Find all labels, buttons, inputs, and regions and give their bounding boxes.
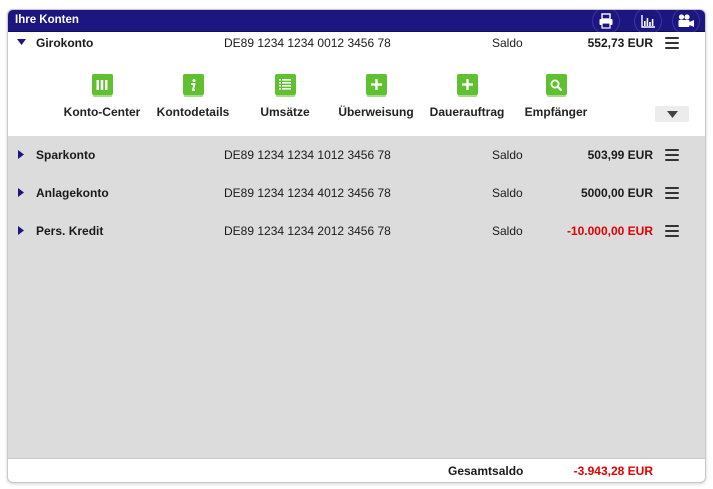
account-menu-button[interactable] bbox=[665, 187, 679, 199]
panel-title: Ihre Konten bbox=[15, 14, 79, 26]
account-row-pers-kredit[interactable]: Pers. Kredit DE89 1234 1234 2012 3456 78… bbox=[8, 220, 705, 242]
account-balance: -10.000,00 EUR bbox=[566, 224, 653, 238]
action-label: Konto-Center bbox=[63, 105, 141, 119]
action-label: Empfänger bbox=[524, 105, 588, 119]
account-iban: DE89 1234 1234 4012 3456 78 bbox=[224, 186, 391, 200]
account-detail-area: Girokonto DE89 1234 1234 0012 3456 78 Sa… bbox=[8, 32, 705, 136]
action-dauerauftrag[interactable]: Dauerauftrag bbox=[417, 74, 517, 119]
account-row-sparkonto[interactable]: Sparkonto DE89 1234 1234 1012 3456 78 Sa… bbox=[8, 144, 705, 166]
action-label: Dauerauftrag bbox=[429, 105, 505, 119]
account-menu-button[interactable] bbox=[665, 37, 679, 49]
account-name: Girokonto bbox=[36, 36, 94, 50]
list-icon bbox=[274, 74, 296, 95]
expand-more-button[interactable] bbox=[655, 106, 689, 122]
action-empfaenger[interactable]: Empfänger bbox=[506, 74, 606, 119]
hamburger-icon bbox=[665, 149, 679, 151]
action-umsaetze[interactable]: Umsätze bbox=[235, 74, 335, 119]
panel-footer: Gesamtsaldo -3.943,28 EUR bbox=[8, 458, 705, 482]
action-konto-center[interactable]: Konto-Center bbox=[52, 74, 152, 119]
action-label: Kontodetails bbox=[156, 105, 230, 119]
account-balance: 552,73 EUR bbox=[587, 36, 653, 50]
plus-icon bbox=[456, 74, 478, 95]
account-iban: DE89 1234 1234 1012 3456 78 bbox=[224, 148, 391, 162]
account-iban: DE89 1234 1234 2012 3456 78 bbox=[224, 224, 391, 238]
account-name: Pers. Kredit bbox=[36, 224, 104, 238]
caret-right-icon[interactable] bbox=[18, 188, 24, 197]
action-label: Überweisung bbox=[338, 105, 414, 119]
video-icon bbox=[678, 14, 694, 27]
saldo-label: Saldo bbox=[492, 186, 523, 200]
action-label: Umsätze bbox=[260, 105, 310, 119]
account-name: Anlagekonto bbox=[36, 186, 109, 200]
account-iban: DE89 1234 1234 0012 3456 78 bbox=[224, 36, 391, 50]
search-icon bbox=[545, 74, 567, 95]
accounts-panel: Ihre Konten Girokonto DE89 1234 1234 001… bbox=[7, 9, 706, 483]
account-row-anlagekonto[interactable]: Anlagekonto DE89 1234 1234 4012 3456 78 … bbox=[8, 182, 705, 204]
info-icon bbox=[182, 74, 204, 95]
caret-right-icon[interactable] bbox=[18, 226, 24, 235]
hamburger-icon bbox=[665, 37, 679, 39]
columns-icon bbox=[91, 74, 113, 95]
hamburger-icon bbox=[665, 187, 679, 189]
chart-icon bbox=[641, 15, 655, 28]
account-balance: 5000,00 EUR bbox=[580, 186, 653, 200]
saldo-label: Saldo bbox=[492, 36, 523, 50]
total-balance-label: Gesamtsaldo bbox=[448, 464, 524, 478]
account-menu-button[interactable] bbox=[665, 149, 679, 161]
chevron-down-icon bbox=[666, 110, 678, 118]
panel-header: Ihre Konten bbox=[8, 10, 705, 35]
saldo-label: Saldo bbox=[492, 224, 523, 238]
account-balance: 503,99 EUR bbox=[587, 148, 653, 162]
account-name: Sparkonto bbox=[36, 148, 96, 162]
account-menu-button[interactable] bbox=[665, 225, 679, 237]
action-kontodetails[interactable]: Kontodetails bbox=[143, 74, 243, 119]
hamburger-icon bbox=[665, 225, 679, 227]
print-icon bbox=[599, 13, 613, 29]
account-row-girokonto[interactable]: Girokonto DE89 1234 1234 0012 3456 78 Sa… bbox=[8, 32, 705, 54]
caret-down-icon[interactable] bbox=[17, 39, 26, 46]
saldo-label: Saldo bbox=[492, 148, 523, 162]
action-ueberweisung[interactable]: Überweisung bbox=[326, 74, 426, 119]
caret-right-icon[interactable] bbox=[18, 150, 24, 159]
total-balance-amount: -3.943,28 EUR bbox=[573, 464, 653, 478]
plus-icon bbox=[365, 74, 387, 95]
